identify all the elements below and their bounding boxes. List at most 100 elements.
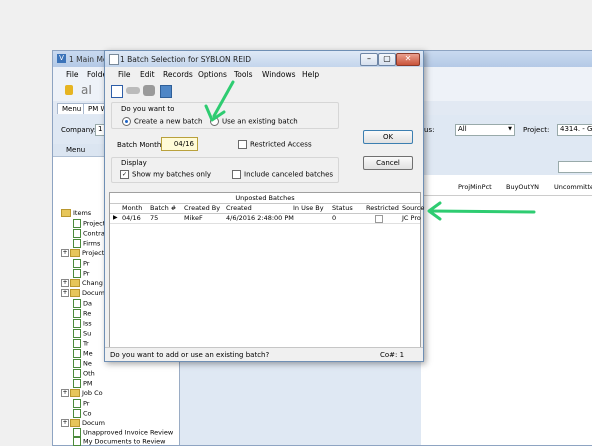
maximize-button[interactable]: ▢ [378, 53, 396, 66]
menu-records[interactable]: Records [163, 70, 193, 79]
cell-created[interactable]: 4/6/2016 2:48:00 PM [226, 214, 294, 222]
tree-item[interactable]: My Documents to Review [73, 437, 165, 446]
checkbox-checked-icon: ✓ [120, 170, 129, 179]
restricted-access-option[interactable]: Restricted Access [238, 140, 312, 149]
create-new-batch-option[interactable]: Create a new batch [122, 117, 202, 126]
link-icon[interactable] [126, 87, 140, 94]
tree-item[interactable]: Pr [73, 269, 89, 278]
tree-item[interactable]: Pr [73, 399, 89, 408]
tree-item-label: Da [83, 299, 92, 308]
tree-item[interactable]: Ne [73, 359, 92, 368]
tree-item-label: Job Co [82, 389, 103, 397]
row-pointer-icon: ▶ [113, 214, 118, 221]
cancel-button[interactable]: Cancel [363, 156, 413, 170]
expand-icon[interactable]: + [61, 389, 69, 397]
expand-icon[interactable]: + [61, 289, 69, 297]
expand-icon[interactable]: + [61, 279, 69, 287]
tree-item[interactable]: Me [73, 349, 93, 358]
menu-edit[interactable]: Edit [140, 70, 155, 79]
search-field[interactable] [558, 161, 592, 173]
dialog-app-icon [109, 54, 119, 65]
include-canceled-option[interactable]: Include canceled batches [232, 170, 333, 179]
tree-item[interactable]: Su [73, 329, 91, 338]
tree-item[interactable]: + Docum [61, 419, 105, 427]
cell-created-by[interactable]: MikeF [184, 214, 203, 222]
col-status[interactable]: Status [332, 204, 353, 212]
tree-item[interactable]: Tr [73, 339, 89, 348]
menu-windows[interactable]: Windows [262, 70, 295, 79]
project-field[interactable]: 4314. - Granite [557, 124, 592, 136]
col-buyoutyn[interactable]: BuyOutYN [506, 183, 539, 191]
tree-item[interactable]: Pr [73, 259, 89, 268]
tree-item[interactable]: + Chang [61, 279, 103, 287]
tree-item-label: Project [82, 249, 105, 257]
expand-icon[interactable]: + [61, 249, 69, 257]
display-group: Display ✓ Show my batches only Include ca… [111, 157, 339, 183]
contract-status-select[interactable]: All ▼ [455, 124, 515, 136]
cell-source[interactable]: JC Pro [402, 214, 421, 222]
cell-batch-number[interactable]: 75 [150, 214, 158, 222]
document-icon [73, 299, 81, 308]
tree-item[interactable]: Oth [73, 369, 95, 378]
cell-month[interactable]: 04/16 [122, 214, 141, 222]
tree-item[interactable]: Contra [73, 229, 105, 238]
tree-item-label: Su [83, 329, 92, 338]
tree-item[interactable]: + Docum [61, 289, 105, 297]
col-month[interactable]: Month [122, 204, 142, 212]
tree-item[interactable]: Unapproved Invoice Review [73, 428, 173, 437]
tree-item[interactable]: + Project [61, 249, 104, 257]
col-uncommitted[interactable]: Uncommitted [554, 183, 592, 191]
tree-item[interactable]: + Job Co [61, 389, 103, 397]
close-button[interactable]: ✕ [396, 53, 420, 66]
dialog-menu-bar: File Edit Records Options Tools Windows … [105, 67, 423, 81]
tab-menu[interactable]: Menu [57, 103, 87, 114]
tree-item-label: Iss [83, 319, 92, 328]
batch-month-field[interactable]: 04/16 [161, 137, 198, 151]
cell-restricted-checkbox[interactable] [375, 215, 383, 223]
tree-item[interactable]: Items [61, 209, 91, 217]
tree-item[interactable]: Firms [73, 239, 100, 248]
font-icon[interactable]: aI [81, 83, 92, 97]
col-source[interactable]: Source [402, 204, 424, 212]
cell-status[interactable]: 0 [332, 214, 336, 222]
project-label: Project: [523, 126, 550, 134]
tree-item-label: Contra [83, 229, 105, 238]
calculator-icon[interactable] [160, 85, 172, 98]
tree-item[interactable]: Project [73, 219, 105, 228]
expand-icon[interactable]: + [61, 419, 69, 427]
edit-note-icon[interactable] [111, 85, 123, 98]
document-icon [73, 219, 81, 228]
project-grid-header: ProjMinPct BuyOutYN Uncommitted [421, 175, 592, 196]
tree-item[interactable]: Re [73, 309, 91, 318]
show-my-batches-option[interactable]: ✓ Show my batches only [120, 170, 211, 179]
minimize-button[interactable]: – [360, 53, 378, 66]
company-number-status: Co#: 1 [380, 351, 405, 359]
table-row[interactable]: ▶ 04/16 75 MikeF 4/6/2016 2:48:00 PM 0 J… [110, 214, 421, 224]
col-restricted[interactable]: Restricted [366, 204, 399, 212]
status-bar: Do you want to add or use an existing ba… [105, 347, 423, 361]
menu-file[interactable]: File [118, 70, 131, 79]
col-batch-number[interactable]: Batch # [150, 204, 176, 212]
tree-item-label: Firms [83, 239, 101, 248]
menu-help[interactable]: Help [302, 70, 319, 79]
col-created[interactable]: Created [226, 204, 252, 212]
col-in-use-by[interactable]: In Use By [293, 204, 324, 212]
batch-month-label: Batch Month: [117, 141, 164, 149]
tree-item[interactable]: Co [73, 409, 92, 418]
tree-item-label: Pr [83, 269, 90, 278]
ok-button[interactable]: OK [363, 130, 413, 144]
tree-item-label: Docum [82, 419, 106, 427]
main-menu-file[interactable]: File [66, 70, 79, 79]
tree-item[interactable]: Iss [73, 319, 92, 328]
document-icon [73, 379, 81, 388]
col-projminpct[interactable]: ProjMinPct [458, 183, 492, 191]
tree-item[interactable]: PM [73, 379, 93, 388]
app-logo-icon: V [57, 54, 66, 63]
print-icon[interactable] [143, 85, 155, 96]
col-created-by[interactable]: Created By [184, 204, 220, 212]
tree-item-label: Re [83, 309, 92, 318]
tree-item-label: Docum [82, 289, 106, 297]
lock-icon[interactable] [65, 85, 73, 95]
tree-item[interactable]: Da [73, 299, 92, 308]
tree-item-label: Chang [82, 279, 103, 287]
